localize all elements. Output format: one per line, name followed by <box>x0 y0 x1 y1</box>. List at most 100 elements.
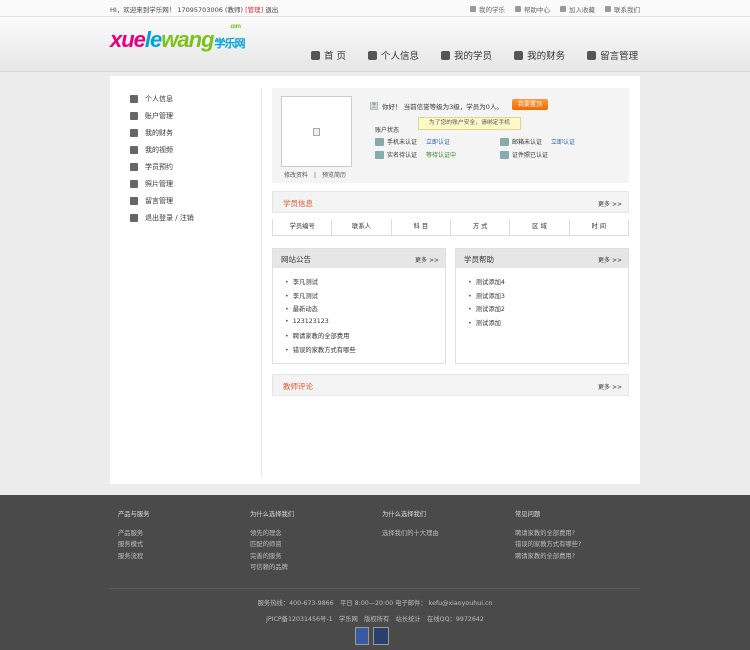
comments-more-link[interactable]: 更多 >> <box>598 382 622 391</box>
list-item[interactable]: 测试添加 <box>468 318 505 332</box>
help-more-link[interactable]: 更多 >> <box>598 255 622 264</box>
mail-icon <box>130 196 138 205</box>
certificate-icon <box>500 150 509 159</box>
phone-icon <box>375 137 384 146</box>
sidebar-item-logout[interactable]: 退出登录 / 注销 <box>130 209 260 226</box>
notice-title: 网站公告 <box>281 255 311 264</box>
list-item[interactable]: 123123123 <box>285 318 356 332</box>
id-card-icon <box>375 150 384 159</box>
footer-col-why: 为什么选择我们 领先的理念 匹配的师资 完善的服务 可信赖的品牌 <box>250 509 294 573</box>
comments-section-header: 教师评论 更多 >> <box>272 374 629 396</box>
trust-badge-icon[interactable] <box>373 627 389 645</box>
logout-icon <box>130 213 138 222</box>
image-icon <box>130 179 138 188</box>
footer-link[interactable]: 产品服务 <box>118 528 149 539</box>
site-footer: 产品与服务 产品服务 服务模式 服务流程 为什么选择我们 领先的理念 匹配的师资… <box>0 495 750 650</box>
sidebar-item-finance[interactable]: 我的财务 <box>130 124 260 141</box>
sidebar-item-video[interactable]: 我的视频 <box>130 141 260 158</box>
footer-col-faq: 常见问题 聘请家教的全部费用? 错误的家教方式有哪些? 聘请家教的全部费用? <box>515 509 581 562</box>
list-item[interactable]: 聘请家教的全部费用 <box>285 331 356 345</box>
list-icon <box>130 111 138 120</box>
students-more-link[interactable]: 更多 >> <box>598 199 622 208</box>
wangwang-icon[interactable]: 王 <box>370 102 378 110</box>
footer-col-why-2: 为什么选择我们 选择我们的十大理由 <box>382 509 439 539</box>
list-item[interactable]: 测试添加2 <box>468 304 505 318</box>
phone-verify-link[interactable]: 立即认证 <box>426 137 450 146</box>
home-icon <box>311 50 320 60</box>
greeting: 王你好！ 当前信誉等级为3级，学员为0人。 <box>370 102 503 111</box>
list-item[interactable]: 最新动态 <box>285 304 356 318</box>
nav-home[interactable]: 首 页 <box>311 48 346 62</box>
profile-links[interactable]: 修改资料 | 预览简历 <box>284 170 346 179</box>
avatar <box>281 96 352 167</box>
footer-divider <box>110 588 640 589</box>
phone-icon <box>605 6 611 12</box>
footer-link[interactable]: 可信赖的品牌 <box>250 562 294 573</box>
sidebar: 个人信息 账户管理 我的财务 我的视频 学员预约 照片管理 留言管理 退出登录 … <box>130 90 260 226</box>
sidebar-item-photos[interactable]: 照片管理 <box>130 175 260 192</box>
footer-link[interactable]: 选择我们的十大理由 <box>382 528 439 539</box>
welcome-text: HI，欢迎来到学乐网！ 17095703006 (教师) [管理] 退出 <box>110 6 279 14</box>
sidebar-item-account[interactable]: 账户管理 <box>130 107 260 124</box>
list-item[interactable]: 李凡测试 <box>285 291 356 305</box>
phone-status: 手机未认证 立即认证 <box>375 137 450 146</box>
sidebar-item-profile[interactable]: 个人信息 <box>130 90 260 107</box>
help-icon <box>515 6 521 12</box>
students-table-header: 学员编号 联系人 科 目 方 式 区 域 时 间 <box>272 219 629 236</box>
nav-students[interactable]: 我的学员 <box>441 48 492 62</box>
footer-link[interactable]: 完善的服务 <box>250 551 294 562</box>
users-icon <box>130 162 138 171</box>
top-button[interactable]: 我要置顶 <box>512 99 548 110</box>
help-title: 学员帮助 <box>464 255 494 264</box>
site-header: xuelewang学乐网 .com 首 页 个人信息 我的学员 我的财务 留言管理 <box>0 17 750 72</box>
heart-icon <box>470 6 476 12</box>
manage-link[interactable]: [管理] <box>245 6 263 14</box>
notice-more-link[interactable]: 更多 >> <box>415 255 439 264</box>
footer-link[interactable]: 聘请家教的全部费用? <box>515 551 581 562</box>
logout-link[interactable]: 退出 <box>265 6 278 14</box>
email-icon <box>500 137 509 146</box>
footer-link[interactable]: 匹配的师资 <box>250 539 294 550</box>
top-link-help[interactable]: 帮助中心 <box>515 4 550 14</box>
list-item[interactable]: 测试添加4 <box>468 277 505 291</box>
realname-status: 实名待认证 等待认证中 <box>375 150 456 159</box>
sidebar-item-messages[interactable]: 留言管理 <box>130 192 260 209</box>
nav-messages[interactable]: 留言管理 <box>587 48 638 62</box>
nav-finance[interactable]: 我的财务 <box>514 48 565 62</box>
email-verify-link[interactable]: 立即认证 <box>551 137 575 146</box>
edit-icon <box>514 50 524 60</box>
video-icon <box>130 145 138 154</box>
top-bar: HI，欢迎来到学乐网！ 17095703006 (教师) [管理] 退出 我的学… <box>0 0 750 17</box>
comments-title: 教师评论 <box>283 382 313 391</box>
footer-icp: jPICP备12031456号-1 学乐网 版权所有 站长统计 在线QQ：997… <box>266 616 484 623</box>
star-icon <box>560 6 566 12</box>
help-box: 学员帮助 更多 >> 测试添加4 测试添加3 测试添加2 测试添加 <box>455 248 629 364</box>
top-link-favorite[interactable]: 加入收藏 <box>560 4 595 14</box>
nav-profile[interactable]: 个人信息 <box>368 48 419 62</box>
top-link-my-xuele[interactable]: 我的学乐 <box>470 4 505 14</box>
security-tip: 为了您的账户安全，请绑定手机 <box>418 117 521 130</box>
list-item[interactable]: 李凡测试 <box>285 277 356 291</box>
user-icon <box>368 50 378 60</box>
notice-box: 网站公告 更多 >> 李凡测试 李凡测试 最新动态 123123123 聘请家教的… <box>272 248 446 364</box>
students-title: 学员信息 <box>283 199 313 208</box>
footer-link[interactable]: 聘请家教的全部费用? <box>515 528 581 539</box>
sidebar-item-booking[interactable]: 学员预约 <box>130 158 260 175</box>
footer-link[interactable]: 服务流程 <box>118 551 149 562</box>
footer-link[interactable]: 错误的家教方式有哪些? <box>515 539 581 550</box>
police-badge-icon[interactable] <box>355 627 369 645</box>
account-status-label: 账户状态 <box>375 127 400 134</box>
footer-link[interactable]: 领先的理念 <box>250 528 294 539</box>
pencil-icon <box>130 128 138 137</box>
cert-status: 证件照已认证 <box>500 150 548 159</box>
mail-icon <box>587 50 597 60</box>
site-logo[interactable]: xuelewang学乐网 .com <box>110 24 246 53</box>
email-status: 邮箱未认证 立即认证 <box>500 137 575 146</box>
footer-col-products: 产品与服务 产品服务 服务模式 服务流程 <box>118 509 149 562</box>
main-content: 个人信息 账户管理 我的财务 我的视频 学员预约 照片管理 留言管理 退出登录 … <box>110 76 640 484</box>
list-item[interactable]: 测试添加3 <box>468 291 505 305</box>
footer-link[interactable]: 服务模式 <box>118 539 149 550</box>
list-item[interactable]: 错误的家教方式有哪些 <box>285 345 356 359</box>
top-link-contact[interactable]: 联系我们 <box>605 4 640 14</box>
footer-contact: 服务热线：400-673-9866 平日 8:00—20:00 电子邮件： ke… <box>257 600 493 607</box>
